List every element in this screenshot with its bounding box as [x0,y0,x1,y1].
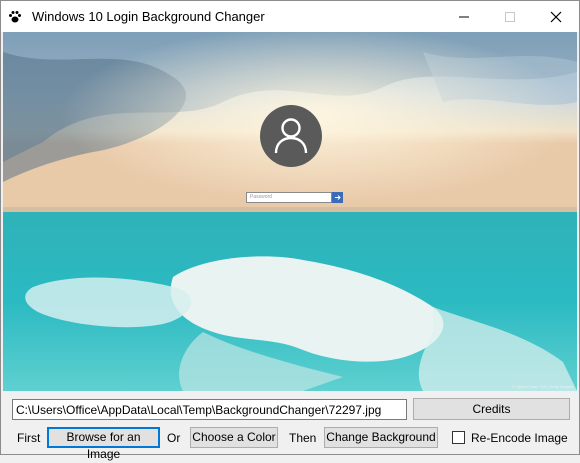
password-field-preview: Password [246,192,332,203]
background-preview: Password © Ophiro Tolar / SA / Getty Ima… [3,32,577,391]
arrow-right-icon [335,195,341,200]
first-label: First [17,431,41,445]
change-background-button[interactable]: Change Background [324,427,438,448]
image-path-field[interactable] [12,399,407,420]
choose-color-button[interactable]: Choose a Color [190,427,278,448]
image-credit: © Ophiro Tolar / SA / Getty Images [511,384,573,389]
title-bar[interactable]: Windows 10 Login Background Changer [1,1,579,32]
then-label: Then [289,431,317,445]
close-button[interactable] [533,1,579,32]
maximize-button[interactable] [487,1,533,32]
preview-image [3,32,577,391]
submit-arrow-preview [332,192,343,203]
minimize-button[interactable] [441,1,487,32]
reencode-label[interactable]: Re-Encode Image [471,431,568,445]
browse-image-button[interactable]: Browse for an Image [47,427,160,461]
maximize-icon [505,12,515,22]
paw-icon [9,11,21,23]
app-window: Windows 10 Login Background Changer Pass… [0,0,580,461]
credits-button[interactable]: Credits [413,398,570,420]
password-placeholder: Password [250,194,272,200]
close-icon [550,11,562,23]
user-avatar-icon [260,105,322,167]
or-label: Or [167,431,181,445]
window-title: Windows 10 Login Background Changer [32,9,265,24]
minimize-icon [459,16,469,18]
reencode-checkbox[interactable] [452,431,465,444]
